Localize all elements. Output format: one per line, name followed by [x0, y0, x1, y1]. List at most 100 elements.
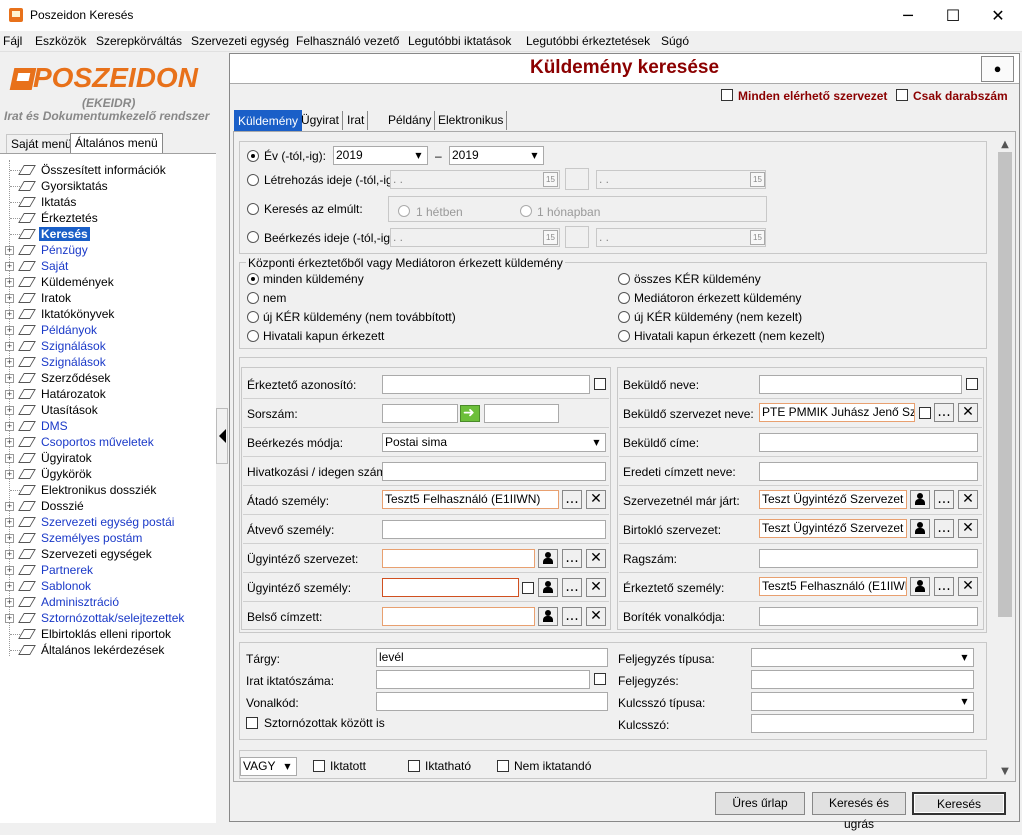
atado-input[interactable]: Teszt5 Felhasználó (E1IIWN) [382, 490, 559, 509]
person-search-icon[interactable] [910, 519, 930, 538]
hivatkozasi-input[interactable] [382, 462, 606, 481]
arrow-right-icon[interactable] [460, 405, 480, 422]
person-search-icon[interactable] [910, 577, 930, 596]
tree-item[interactable]: + Példányok [0, 322, 216, 338]
uj-ker-nem-tovabbitott-radio[interactable] [247, 311, 259, 323]
tree-item[interactable]: + DMS [0, 418, 216, 434]
menu-szerepkorvaltas[interactable]: Szerepkörváltás [96, 34, 182, 48]
expand-icon[interactable]: + [5, 390, 14, 399]
belso-cimzett-clear-icon[interactable]: ✕ [586, 607, 606, 626]
bekuldo-szervezet-input[interactable]: PTE PMMIK Juhász Jenő Szakk [759, 403, 915, 422]
tree-item[interactable]: + Szerződések [0, 370, 216, 386]
letrehozas-to-date[interactable]: . . [596, 170, 766, 189]
calendar-icon[interactable]: 15 [543, 230, 558, 245]
iktathato-checkbox[interactable] [408, 760, 420, 772]
person-search-icon[interactable] [538, 607, 558, 626]
menu-szervezeti-egyseg[interactable]: Szervezeti egység [191, 34, 289, 48]
tab-elektronikus[interactable]: Elektronikus [435, 111, 508, 130]
expand-icon[interactable]: + [5, 518, 14, 527]
sorszam-to-input[interactable] [484, 404, 559, 423]
irat-iktatoszama-checkbox[interactable] [594, 673, 606, 685]
ev-to-select[interactable]: 2019 ▼ [449, 146, 544, 165]
expand-icon[interactable]: + [5, 262, 14, 271]
expand-icon[interactable]: + [5, 358, 14, 367]
sztornozottak-checkbox[interactable] [246, 717, 258, 729]
tree-item[interactable]: + Saját [0, 258, 216, 274]
tree-item[interactable]: + Iratok [0, 290, 216, 306]
iktatott-checkbox[interactable] [313, 760, 325, 772]
menu-legutobbi-iktatasok[interactable]: Legutóbbi iktatások [408, 34, 511, 48]
ugyintezo-szemely-checkbox[interactable] [522, 582, 534, 594]
eredeti-cimzett-input[interactable] [759, 462, 978, 481]
kereses-elmult-radio[interactable] [247, 203, 259, 215]
beerkezes-modja-select[interactable]: Postai sima ▼ [382, 433, 606, 452]
bekuldo-cime-input[interactable] [759, 433, 978, 452]
hivatali-kapun-radio[interactable] [247, 330, 259, 342]
tab-kuldemeny[interactable]: Küldemény [234, 110, 303, 131]
erkezteto-azonosito-checkbox[interactable] [594, 378, 606, 390]
scrollbar-thumb[interactable] [998, 152, 1012, 617]
kulcsszo-tipusa-select[interactable]: ▼ [751, 692, 974, 711]
sorszam-from-input[interactable] [382, 404, 458, 423]
balloon-help-icon[interactable]: ● [981, 56, 1014, 82]
atvevo-input[interactable] [382, 520, 606, 539]
tree-item[interactable]: + Szignálások [0, 354, 216, 370]
tree-item[interactable]: + Pénzügy [0, 242, 216, 258]
scroll-up-icon[interactable]: ▲ [999, 139, 1011, 151]
boritek-input[interactable] [759, 607, 978, 626]
scroll-down-icon[interactable]: ▼ [999, 766, 1011, 778]
belso-cimzett-input[interactable] [382, 607, 535, 626]
ures-urlap-button[interactable]: Üres űrlap [715, 792, 805, 815]
tab-peldany[interactable]: Példány [385, 111, 436, 130]
expand-icon[interactable]: + [5, 614, 14, 623]
expand-icon[interactable]: + [5, 598, 14, 607]
letrehozas-from-date[interactable]: . . [390, 170, 560, 189]
bekuldo-neve-checkbox[interactable] [966, 378, 978, 390]
menu-fajl[interactable]: Fájl [3, 34, 22, 48]
tree-item[interactable]: Általános lekérdezések [0, 642, 216, 658]
calendar-icon[interactable]: 15 [750, 230, 765, 245]
ugyintezo-szervezet-clear-icon[interactable]: ✕ [586, 549, 606, 568]
irat-iktatoszama-input[interactable] [376, 670, 590, 689]
beerkezes-to-date[interactable]: . . [596, 228, 766, 247]
ugyintezo-szervezet-ellipsis-button[interactable]: ... [562, 549, 582, 568]
close-button[interactable]: ✕ [975, 0, 1021, 31]
letrehozas-copy-button[interactable] [565, 168, 589, 190]
bekuldo-szervezet-clear-icon[interactable]: ✕ [958, 403, 978, 422]
expand-icon[interactable]: + [5, 582, 14, 591]
honap-radio[interactable] [520, 205, 532, 217]
menu-felhasznalo-vezeto[interactable]: Felhasználó vezető [296, 34, 399, 48]
tree-item[interactable]: + Sablonok [0, 578, 216, 594]
vagy-select[interactable]: VAGY ▼ [240, 757, 297, 776]
tree-item[interactable]: + Szignálások [0, 338, 216, 354]
het-radio[interactable] [398, 205, 410, 217]
uj-ker-nem-kezelt-radio[interactable] [618, 311, 630, 323]
menu-eszkozok[interactable]: Eszközök [35, 34, 86, 48]
expand-icon[interactable]: + [5, 310, 14, 319]
targy-input[interactable]: levél [376, 648, 608, 667]
tree-item[interactable]: + Szervezeti egység postái [0, 514, 216, 530]
tab-sajat-menu[interactable]: Saját menü [6, 134, 77, 153]
menu-legutobbi-erkeztetesek[interactable]: Legutóbbi érkeztetések [526, 34, 650, 48]
feljegyzes-input[interactable] [751, 670, 974, 689]
osszes-ker-radio[interactable] [618, 273, 630, 285]
expand-icon[interactable]: + [5, 534, 14, 543]
tree-item[interactable]: Gyorsiktatás [0, 178, 216, 194]
expand-icon[interactable]: + [5, 406, 14, 415]
expand-icon[interactable]: + [5, 278, 14, 287]
tree-item[interactable]: Iktatás [0, 194, 216, 210]
hivatali-kapun-nem-kezelt-radio[interactable] [618, 330, 630, 342]
tree-item[interactable]: + Csoportos műveletek [0, 434, 216, 450]
tree-item[interactable]: + Adminisztráció [0, 594, 216, 610]
expand-icon[interactable]: + [5, 566, 14, 575]
maximize-button[interactable]: ☐ [930, 0, 976, 31]
minimize-button[interactable]: ─ [885, 0, 931, 31]
ragszam-input[interactable] [759, 549, 978, 568]
atado-ellipsis-button[interactable]: ... [562, 490, 582, 509]
tab-ugyirat[interactable]: Ügyirat [298, 111, 344, 130]
ugyintezo-szervezet-input[interactable] [382, 549, 535, 568]
expand-icon[interactable]: + [5, 326, 14, 335]
csak-darabszam-checkbox[interactable] [896, 89, 908, 101]
beerkezes-from-date[interactable]: . . [390, 228, 560, 247]
erkezteto-szemely-clear-icon[interactable]: ✕ [958, 577, 978, 596]
